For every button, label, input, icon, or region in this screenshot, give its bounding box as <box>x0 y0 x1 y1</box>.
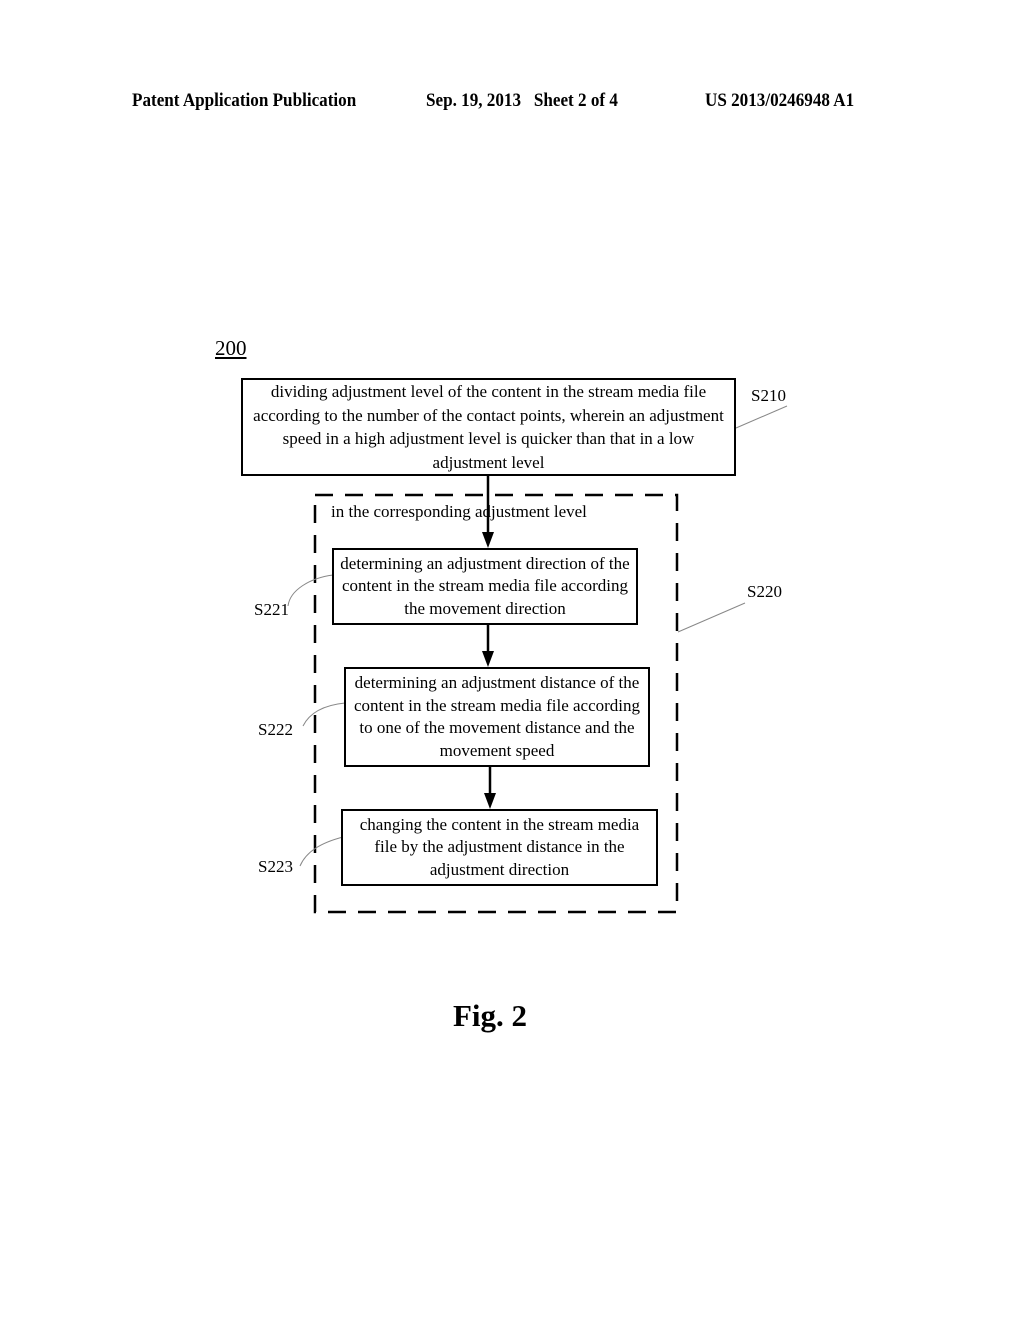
leader-s221 <box>287 574 334 607</box>
leader-s222 <box>302 702 346 727</box>
group-label-s220: S220 <box>747 582 782 601</box>
step-text: changing the content in the stream media… <box>359 814 640 879</box>
arrow-s222-to-s223 <box>484 766 496 809</box>
step-label-s221: S221 <box>254 600 289 619</box>
step-text: determining an adjustment distance of th… <box>353 673 641 760</box>
leader-s220 <box>677 602 746 633</box>
figure-label: Fig. 2 <box>453 998 528 1033</box>
step-box-s223: changing the content in the stream media… <box>341 809 658 886</box>
arrow-s221-to-s222 <box>482 624 494 667</box>
step-label-s223: S223 <box>258 857 293 876</box>
step-text: dividing adjustment level of the content… <box>253 382 724 472</box>
step-label-s210: S210 <box>751 386 786 405</box>
group-caption: in the corresponding adjustment level <box>331 502 587 521</box>
leader-s223 <box>299 836 344 867</box>
step-box-s210: dividing adjustment level of the content… <box>241 378 736 476</box>
step-label-s222: S222 <box>258 720 293 739</box>
step-text: determining an adjustment direction of t… <box>340 553 630 618</box>
connector-lines <box>287 405 788 914</box>
leader-s210 <box>735 405 788 429</box>
step-box-s222: determining an adjustment distance of th… <box>344 667 650 767</box>
step-box-s221: determining an adjustment direction of t… <box>332 548 638 625</box>
